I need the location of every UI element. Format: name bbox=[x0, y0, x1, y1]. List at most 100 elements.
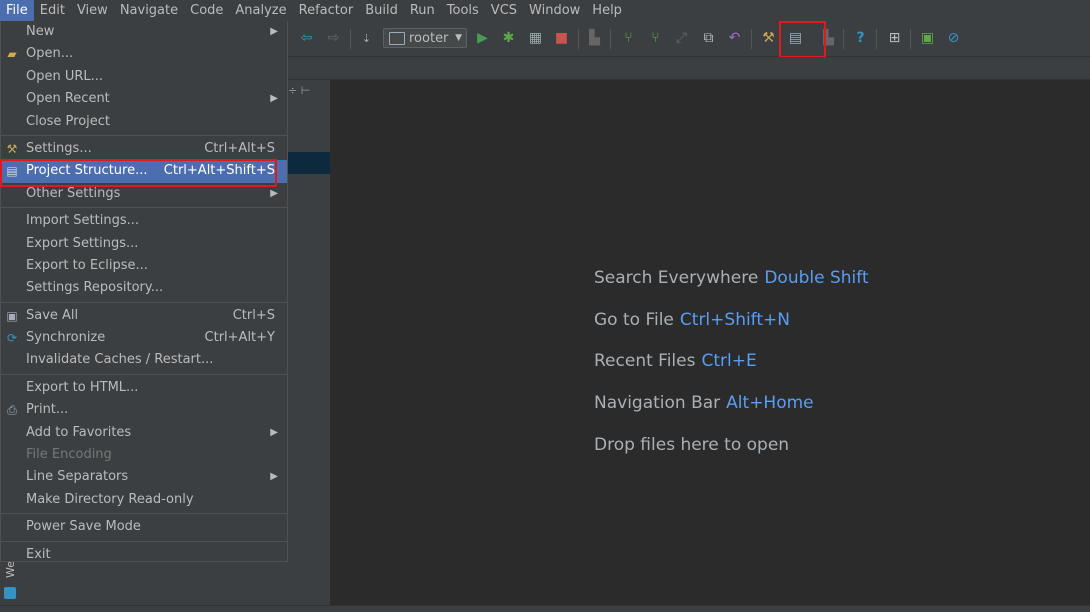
menu-item-open[interactable]: ▰ Open... bbox=[1, 43, 287, 65]
menu-analyze[interactable]: Analyze bbox=[229, 0, 292, 21]
file-menu-dropdown: New ▶ ▰ Open... Open URL... Open Recent … bbox=[0, 21, 288, 562]
menu-item-label: Open Recent bbox=[26, 91, 110, 107]
hint-drop-files: Drop files here to open bbox=[594, 435, 789, 455]
run-config-select[interactable]: rooter ▼ bbox=[383, 28, 467, 48]
revert-icon[interactable]: ↶ bbox=[726, 30, 743, 47]
project-tree-selected-row[interactable] bbox=[288, 152, 330, 174]
hint-navigation-bar: Navigation Bar Alt+Home bbox=[594, 393, 814, 413]
menu-code[interactable]: Code bbox=[184, 0, 229, 21]
menu-window[interactable]: Window bbox=[523, 0, 586, 21]
stop-icon[interactable]: ■ bbox=[553, 30, 570, 47]
menu-item-shortcut: Ctrl+Alt+S bbox=[204, 140, 275, 156]
menu-file[interactable]: File bbox=[0, 0, 34, 21]
menu-item-open-url[interactable]: Open URL... bbox=[1, 66, 287, 88]
menu-item-add-to-favorites[interactable]: Add to Favorites ▶ bbox=[1, 422, 287, 444]
vcs-compare-icon[interactable]: ⤢ bbox=[673, 30, 690, 47]
vcs-history-icon[interactable]: ⧉ bbox=[700, 30, 717, 47]
attach-debugger-icon[interactable]: ▙ bbox=[586, 30, 603, 47]
toolbar-separator bbox=[751, 29, 752, 49]
menu-item-settings-repository[interactable]: Settings Repository... bbox=[1, 277, 287, 299]
menu-item-import-settings[interactable]: Import Settings... bbox=[1, 210, 287, 232]
menu-item-label: Synchronize bbox=[26, 330, 106, 346]
menu-item-power-save-mode[interactable]: Power Save Mode bbox=[1, 516, 287, 538]
menu-build[interactable]: Build bbox=[359, 0, 404, 21]
hint-go-to-file: Go to File Ctrl+Shift+N bbox=[594, 310, 790, 330]
menu-item-synchronize[interactable]: ⟳ Synchronize Ctrl+Alt+Y bbox=[1, 327, 287, 349]
menu-edit[interactable]: Edit bbox=[34, 0, 71, 21]
menu-item-label: Settings... bbox=[26, 140, 92, 156]
menu-item-exit[interactable]: Exit bbox=[1, 544, 287, 566]
menu-item-file-encoding: File Encoding bbox=[1, 444, 287, 466]
hint-label: Search Everywhere bbox=[594, 268, 759, 288]
menu-help[interactable]: Help bbox=[586, 0, 628, 21]
help-icon[interactable]: ? bbox=[852, 30, 869, 47]
menu-item-export-to-eclipse[interactable]: Export to Eclipse... bbox=[1, 255, 287, 277]
menu-item-label: Open... bbox=[26, 46, 74, 62]
run-config-label: rooter bbox=[409, 30, 449, 46]
menu-item-export-to-html[interactable]: Export to HTML... bbox=[1, 377, 287, 399]
menu-item-save-all[interactable]: ▣ Save All Ctrl+S bbox=[1, 305, 287, 327]
menu-item-label: Add to Favorites bbox=[26, 424, 132, 440]
submenu-arrow-icon: ▶ bbox=[270, 26, 278, 37]
menu-item-label: Export to Eclipse... bbox=[26, 257, 148, 273]
menu-item-make-directory-read-only[interactable]: Make Directory Read-only bbox=[1, 489, 287, 511]
menu-item-label: Open URL... bbox=[26, 68, 104, 84]
menu-item-label: File Encoding bbox=[26, 447, 112, 463]
menu-view[interactable]: View bbox=[71, 0, 114, 21]
hint-label: Navigation Bar bbox=[594, 393, 721, 413]
hint-search-everywhere: Search Everywhere Double Shift bbox=[594, 268, 869, 288]
submenu-arrow-icon: ▶ bbox=[270, 426, 278, 438]
menu-navigate[interactable]: Navigate bbox=[114, 0, 184, 21]
build-project-icon[interactable]: ⇣ bbox=[358, 30, 375, 47]
menu-item-close-project[interactable]: Close Project bbox=[1, 111, 287, 133]
menu-item-label: Print... bbox=[26, 402, 69, 418]
back-icon[interactable]: ⇦ bbox=[298, 30, 315, 47]
terminal-icon[interactable]: ⊞ bbox=[886, 30, 903, 47]
menu-item-label: Import Settings... bbox=[26, 213, 139, 229]
menu-item-new[interactable]: New ▶ bbox=[1, 21, 287, 43]
hint-recent-files: Recent Files Ctrl+E bbox=[594, 351, 757, 371]
menu-item-export-settings[interactable]: Export Settings... bbox=[1, 233, 287, 255]
toolbar-highlight-box bbox=[779, 21, 826, 58]
wrench-icon: ⚒ bbox=[6, 141, 18, 156]
menu-refactor[interactable]: Refactor bbox=[293, 0, 360, 21]
vcs-commit-icon[interactable]: ⑂ bbox=[647, 30, 664, 47]
menu-item-label: Export Settings... bbox=[26, 235, 139, 251]
toolbar-separator bbox=[843, 29, 844, 49]
menu-run[interactable]: Run bbox=[404, 0, 441, 21]
panel-settings-icon[interactable]: ÷ ⊢ bbox=[288, 84, 310, 97]
menu-tools[interactable]: Tools bbox=[441, 0, 485, 21]
wrench-icon[interactable]: ⚒ bbox=[760, 30, 777, 47]
menu-item-invalidate-caches[interactable]: Invalidate Caches / Restart... bbox=[1, 349, 287, 371]
hint-shortcut: Ctrl+Shift+N bbox=[679, 310, 790, 330]
hint-label: Drop files here to open bbox=[594, 435, 790, 455]
save-icon: ▣ bbox=[6, 308, 18, 323]
menu-item-label: Power Save Mode bbox=[26, 519, 141, 535]
menu-item-label: Close Project bbox=[26, 113, 111, 129]
no-symbol-icon[interactable]: ⊘ bbox=[945, 30, 962, 47]
menu-bar: File Edit View Navigate Code Analyze Ref… bbox=[0, 0, 1090, 21]
menu-separator bbox=[1, 207, 287, 209]
monitor-icon[interactable]: ▣ bbox=[919, 30, 936, 47]
hint-shortcut: Ctrl+E bbox=[701, 351, 757, 371]
coverage-icon[interactable]: ▦ bbox=[527, 30, 544, 47]
run-icon[interactable]: ▶ bbox=[474, 30, 491, 47]
forward-icon[interactable]: ⇨ bbox=[325, 30, 342, 47]
hint-label: Go to File bbox=[594, 310, 674, 330]
menu-item-line-separators[interactable]: Line Separators ▶ bbox=[1, 466, 287, 488]
menu-item-label: Save All bbox=[26, 307, 79, 323]
menu-highlight-box bbox=[0, 159, 277, 187]
menu-vcs[interactable]: VCS bbox=[485, 0, 523, 21]
toolbar-separator bbox=[910, 29, 911, 49]
menu-item-settings[interactable]: ⚒ Settings... Ctrl+Alt+S bbox=[1, 138, 287, 160]
vcs-update-icon[interactable]: ⑂ bbox=[620, 30, 637, 47]
folder-icon: ▰ bbox=[7, 47, 17, 62]
menu-item-label: Make Directory Read-only bbox=[26, 491, 194, 507]
menu-item-label: Settings Repository... bbox=[26, 280, 164, 296]
menu-item-shortcut: Ctrl+Alt+Y bbox=[204, 330, 275, 346]
hint-shortcut: Alt+Home bbox=[726, 393, 814, 413]
web-icon[interactable] bbox=[4, 587, 16, 599]
debug-icon[interactable]: ✱ bbox=[500, 30, 517, 47]
menu-item-open-recent[interactable]: Open Recent ▶ bbox=[1, 88, 287, 110]
menu-item-print[interactable]: ⎙ Print... bbox=[1, 399, 287, 421]
